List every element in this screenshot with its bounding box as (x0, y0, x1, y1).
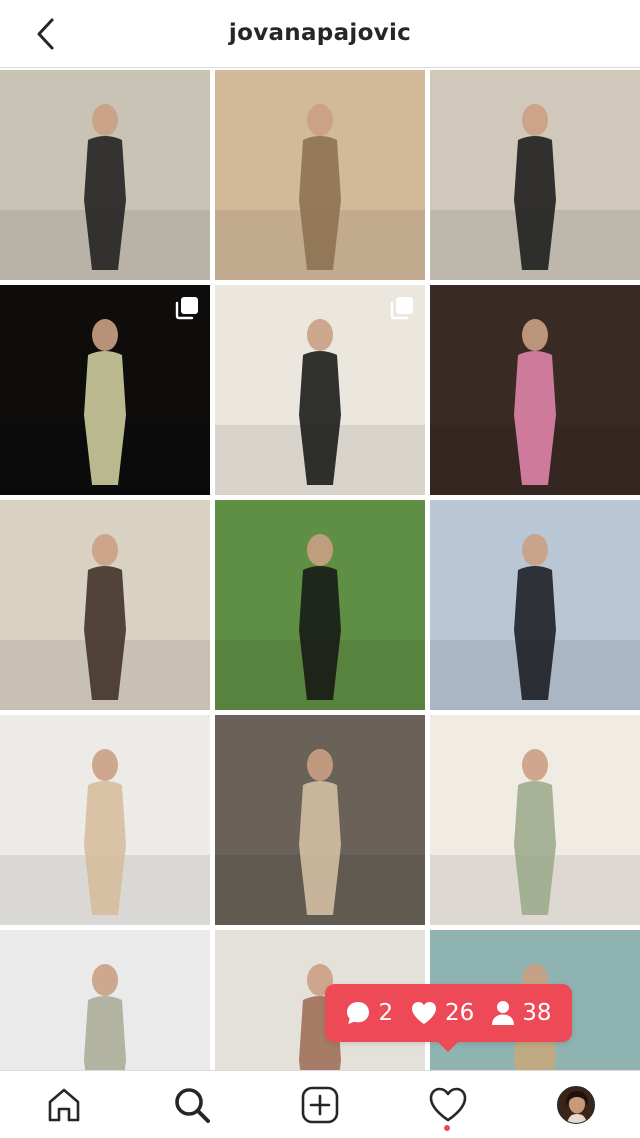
tab-activity[interactable] (418, 1075, 478, 1135)
post-denim-skirt[interactable] (215, 715, 425, 925)
activity-notification-bubble[interactable]: 2 26 38 (325, 984, 572, 1052)
comments-activity: 2 (345, 1000, 393, 1026)
post-beach-green-bikini[interactable] (430, 715, 640, 925)
bottom-tab-bar (0, 1070, 640, 1138)
tab-new-post[interactable] (290, 1075, 350, 1135)
post-pool-interior[interactable] (215, 70, 425, 280)
profile-username: jovanapajovic (228, 20, 412, 46)
post-thumbnail (0, 500, 210, 710)
post-thumbnail (0, 70, 210, 280)
post-black-cutout-dress[interactable] (215, 285, 425, 495)
post-harbour-black-pants[interactable] (430, 500, 640, 710)
tab-profile[interactable] (546, 1075, 606, 1135)
post-thumbnail (430, 500, 640, 710)
top-bar: jovanapajovic (0, 0, 640, 68)
post-thumbnail (430, 285, 640, 495)
comments-count: 2 (378, 1000, 394, 1026)
likes-activity: 26 (410, 1000, 474, 1026)
person-icon (492, 1001, 515, 1025)
post-thumbnail (430, 70, 640, 280)
avatar (557, 1085, 595, 1124)
post-beige-top-seated[interactable] (0, 715, 210, 925)
post-thumbnail (215, 500, 425, 710)
likes-count: 26 (445, 1000, 475, 1026)
post-thumbnail (215, 715, 425, 925)
post-cocktail-glasses[interactable] (0, 285, 210, 495)
heart-icon (412, 1002, 437, 1024)
posts-grid (0, 70, 640, 1138)
activity-indicator-dot (444, 1124, 450, 1131)
home-icon (48, 1088, 80, 1121)
plus-square-icon (301, 1086, 339, 1123)
post-bathroom-mirror[interactable] (0, 500, 210, 710)
tab-search[interactable] (162, 1075, 222, 1135)
post-pink-top-graffiti[interactable] (430, 285, 640, 495)
heart-icon (429, 1087, 467, 1121)
multiple-photos-icon (175, 297, 198, 320)
post-park-black-jumpsuit[interactable] (215, 500, 425, 710)
post-thumbnail (215, 70, 425, 280)
comment-bubble-icon (347, 1002, 370, 1024)
post-staircase-black-dress[interactable] (430, 70, 640, 280)
followers-count: 38 (522, 1000, 552, 1026)
tab-home[interactable] (34, 1075, 94, 1135)
post-staircase-black-skirt[interactable] (0, 70, 210, 280)
post-thumbnail (0, 715, 210, 925)
search-icon (175, 1087, 210, 1123)
post-thumbnail (430, 715, 640, 925)
multiple-photos-icon (390, 297, 413, 320)
followers-activity: 38 (491, 1000, 552, 1026)
